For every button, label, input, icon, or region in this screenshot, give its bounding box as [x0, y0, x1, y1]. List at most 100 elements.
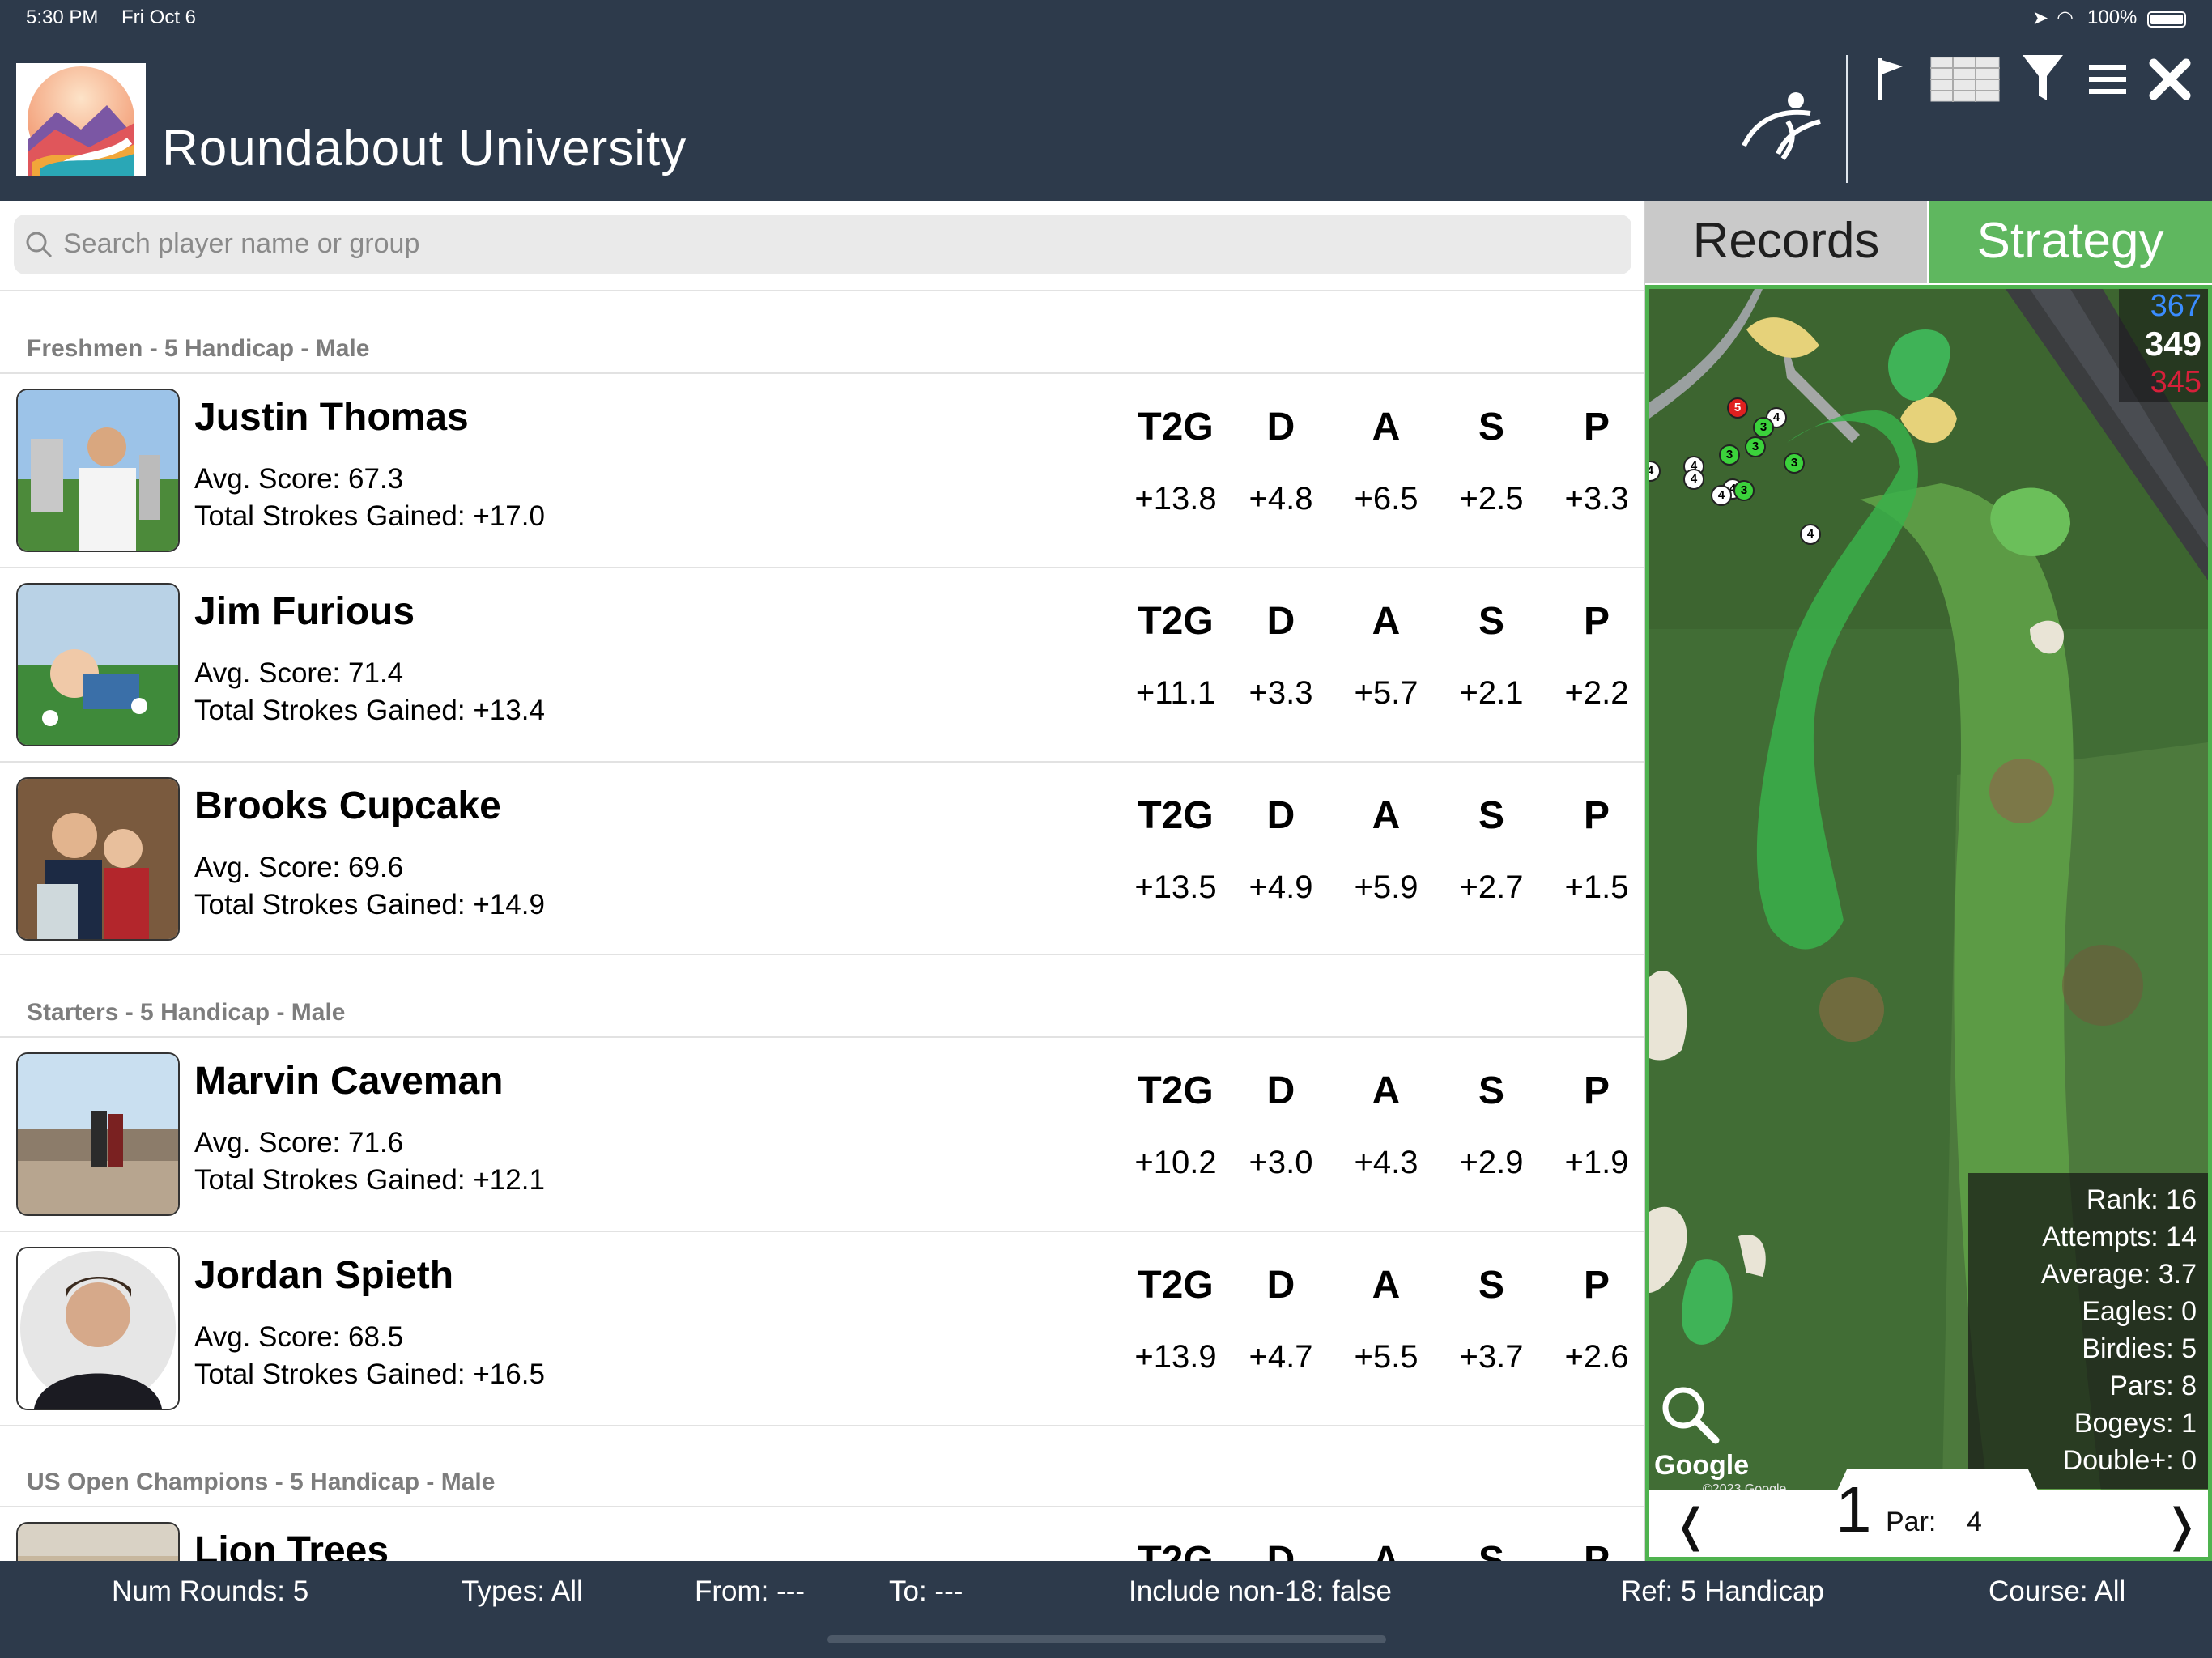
- yardage-red: 345: [2150, 365, 2201, 399]
- home-indicator: [827, 1635, 1386, 1643]
- stat-header-s: S: [1478, 406, 1504, 449]
- stat-pars: Pars: 8: [2109, 1371, 2197, 1401]
- player-name: Marvin Caveman: [194, 1060, 504, 1103]
- status-date: Fri Oct 6: [121, 6, 197, 28]
- stat-a: +6.5: [1354, 481, 1419, 517]
- player-total-sg: Total Strokes Gained: +16.5: [194, 1358, 545, 1390]
- menu-icon[interactable]: [2089, 63, 2126, 100]
- player-name: Brooks Cupcake: [194, 784, 501, 827]
- table-grid-icon[interactable]: [1930, 57, 2000, 106]
- player-row[interactable]: Justin Thomas Avg. Score: 67.3 Total Str…: [0, 374, 1644, 568]
- shot-marker[interactable]: 4: [1711, 485, 1732, 506]
- map-attribution: Google: [1654, 1450, 1750, 1481]
- stat-header-a: A: [1372, 1069, 1401, 1112]
- stat-attempts: Attempts: 14: [2042, 1222, 2197, 1252]
- stat-header-d: D: [1266, 1539, 1295, 1561]
- battery-icon: [2147, 11, 2186, 28]
- footer-ref[interactable]: Ref: 5 Handicap: [1621, 1575, 1824, 1608]
- group-header: US Open Champions - 5 Handicap - Male: [27, 1469, 496, 1495]
- stat-header-t2g: T2G: [1138, 406, 1214, 449]
- hole-selector: ❬ 1 Par: 4 ❭: [1649, 1473, 2208, 1557]
- stat-d: +3.3: [1249, 675, 1313, 711]
- stat-header-a: A: [1372, 600, 1401, 643]
- stat-d: +3.0: [1249, 1145, 1313, 1180]
- player-row[interactable]: Jordan Spieth Avg. Score: 68.5 Total Str…: [0, 1232, 1644, 1426]
- shot-marker[interactable]: 3: [1784, 453, 1805, 474]
- shot-marker[interactable]: 5: [1727, 397, 1748, 419]
- footer-from[interactable]: From: ---: [695, 1575, 805, 1608]
- player-list[interactable]: Freshmen - 5 Handicap - Male Justin Thom…: [0, 291, 1644, 1561]
- stat-p: +2.6: [1564, 1339, 1629, 1375]
- stat-header-a: A: [1372, 1264, 1401, 1307]
- par-value: 4: [1967, 1507, 1982, 1537]
- footer-to[interactable]: To: ---: [889, 1575, 963, 1608]
- next-hole-button[interactable]: ❭: [2163, 1499, 2201, 1552]
- stat-header-t2g: T2G: [1138, 600, 1214, 643]
- shot-marker[interactable]: 3: [1753, 417, 1774, 438]
- group-header: Starters - 5 Handicap - Male: [27, 999, 346, 1026]
- player-row[interactable]: Marvin Caveman Avg. Score: 71.6 Total St…: [0, 1038, 1644, 1232]
- tab-records[interactable]: Records: [1645, 201, 1927, 283]
- stat-header-a: A: [1372, 406, 1401, 449]
- player-row[interactable]: Lion Trees T2G D A S P: [0, 1507, 1644, 1561]
- player-photo: [16, 1052, 180, 1216]
- page-title: Roundabout University: [162, 121, 687, 176]
- stat-header-p: P: [1583, 1069, 1610, 1112]
- stat-a: +5.9: [1354, 869, 1419, 905]
- hole-stats-panel: Rank: 16 Attempts: 14 Average: 3.7 Eagle…: [1968, 1173, 2208, 1489]
- footer-num-rounds[interactable]: Num Rounds: 5: [112, 1575, 308, 1608]
- stat-a: +4.3: [1354, 1145, 1419, 1180]
- stat-header-s: S: [1478, 1539, 1504, 1561]
- stat-header-p: P: [1583, 1539, 1610, 1561]
- stat-header-p: P: [1583, 794, 1610, 837]
- hole-map[interactable]: 5 4 3 3 3 3 4 4 4 4 3 4 4 367 349 345 Ra…: [1645, 285, 2212, 1561]
- app-header: 5:30 PM Fri Oct 6 ➤ ◠ 100% Roundabout Un…: [0, 0, 2212, 201]
- stat-header-d: D: [1266, 1069, 1295, 1112]
- close-icon[interactable]: [2149, 58, 2191, 104]
- stat-s: +3.7: [1459, 1339, 1524, 1375]
- filter-icon[interactable]: [2021, 53, 2065, 106]
- yardage-white: 349: [2144, 325, 2201, 363]
- player-photo: [16, 1522, 180, 1561]
- prev-hole-button[interactable]: ❬: [1672, 1499, 1710, 1552]
- shot-marker[interactable]: 3: [1719, 444, 1740, 466]
- stat-header-d: D: [1266, 600, 1295, 643]
- shot-marker[interactable]: 4: [1800, 524, 1821, 545]
- player-photo: [16, 389, 180, 552]
- header-divider: [1846, 55, 1848, 183]
- player-name: Jim Furious: [194, 590, 415, 633]
- yardage-box: 367 349 345: [2119, 289, 2208, 402]
- player-name: Jordan Spieth: [194, 1254, 454, 1297]
- zoom-icon[interactable]: [1657, 1382, 1722, 1451]
- stat-header-d: D: [1266, 794, 1295, 837]
- stat-header-t2g: T2G: [1138, 794, 1214, 837]
- shot-marker[interactable]: 3: [1733, 480, 1755, 501]
- footer-course[interactable]: Course: All: [1989, 1575, 2125, 1608]
- stat-header-p: P: [1583, 600, 1610, 643]
- stat-header-d: D: [1266, 1264, 1295, 1307]
- search-input[interactable]: Search player name or group: [63, 228, 419, 260]
- tab-strategy[interactable]: Strategy: [1929, 201, 2212, 283]
- stat-t2g: +10.2: [1134, 1145, 1217, 1180]
- golfer-logo-icon[interactable]: [1739, 89, 1830, 166]
- location-icon: ➤: [2032, 7, 2049, 29]
- stat-d: +4.8: [1249, 481, 1313, 517]
- footer-include-non18[interactable]: Include non-18: false: [1129, 1575, 1392, 1608]
- footer-types[interactable]: Types: All: [462, 1575, 583, 1608]
- stat-header-t2g: T2G: [1138, 1264, 1214, 1307]
- stat-header-p: P: [1583, 406, 1610, 449]
- shot-marker[interactable]: 3: [1745, 436, 1766, 457]
- stat-header-s: S: [1478, 1069, 1504, 1112]
- stat-average: Average: 3.7: [2040, 1259, 2197, 1290]
- stat-header-d: D: [1266, 406, 1295, 449]
- player-row[interactable]: Brooks Cupcake Avg. Score: 69.6 Total St…: [0, 763, 1644, 957]
- player-row[interactable]: Jim Furious Avg. Score: 71.4 Total Strok…: [0, 568, 1644, 763]
- wifi-icon: ◠: [2057, 7, 2074, 29]
- shot-marker[interactable]: 4: [1683, 469, 1704, 490]
- stat-header-s: S: [1478, 794, 1504, 837]
- stat-header-t2g: T2G: [1138, 1069, 1214, 1112]
- stat-d: +4.9: [1249, 869, 1313, 905]
- filter-footer: Num Rounds: 5 Types: All From: --- To: -…: [0, 1561, 2212, 1658]
- flag-icon[interactable]: [1875, 55, 1908, 108]
- stat-header-s: S: [1478, 1264, 1504, 1307]
